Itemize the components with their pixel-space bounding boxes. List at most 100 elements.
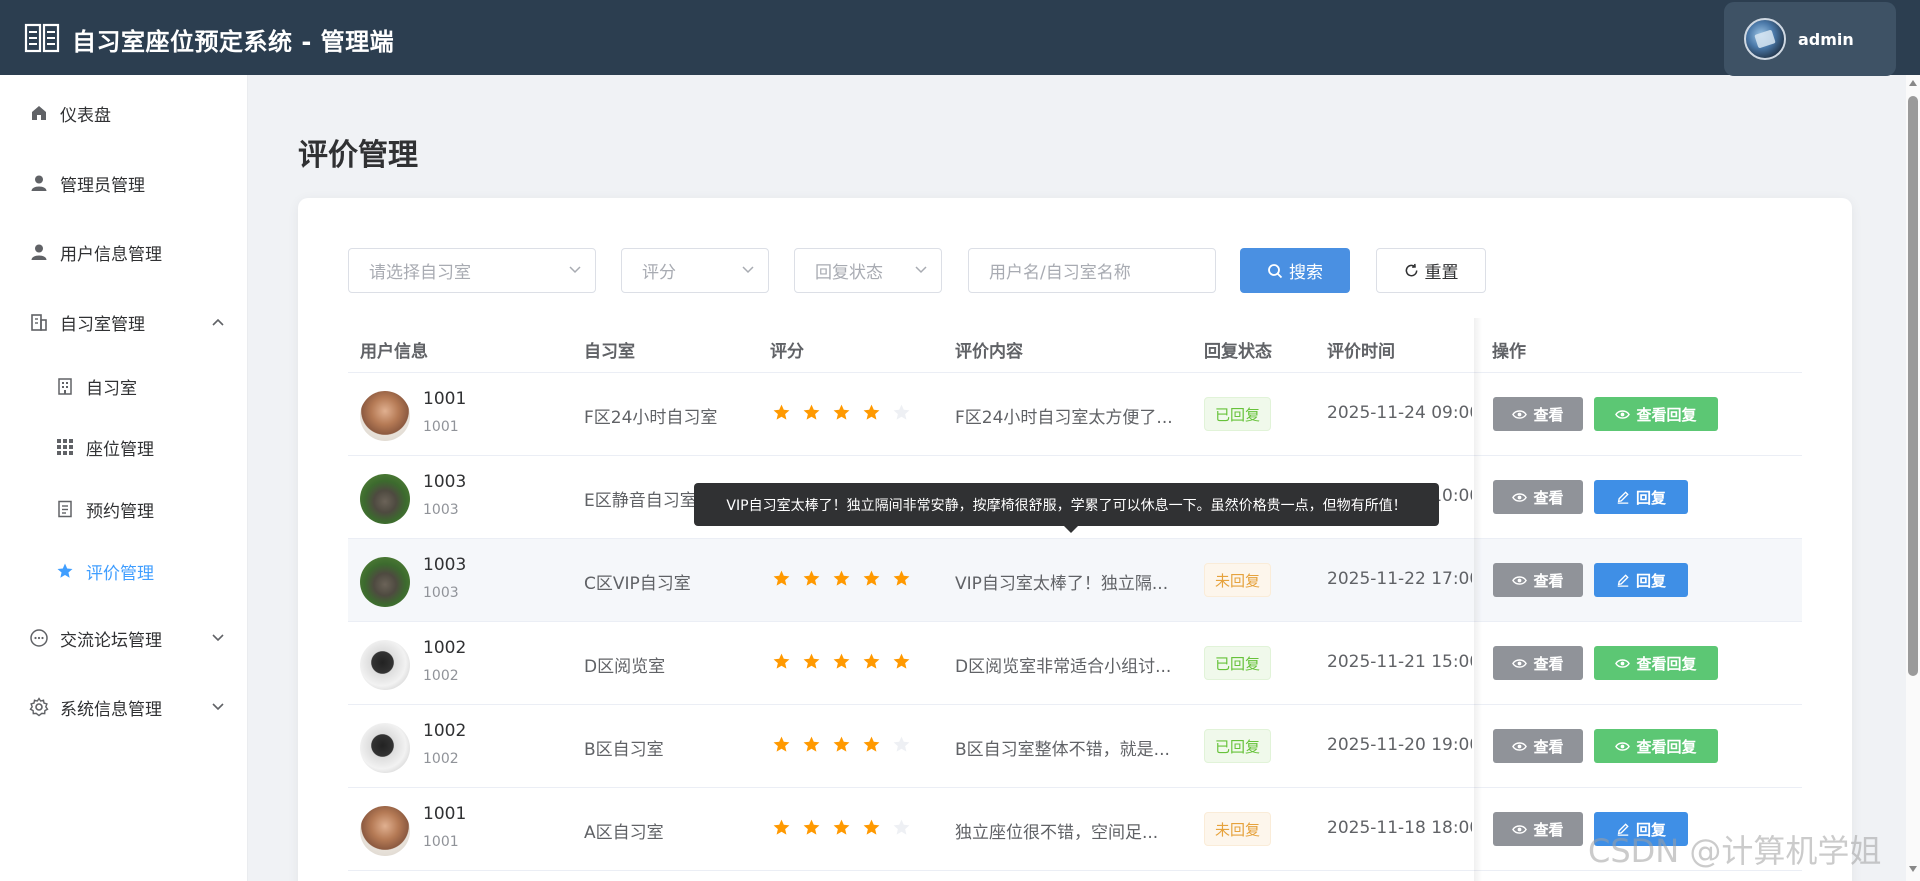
search-button-label: 搜索 [1289, 263, 1323, 283]
star-icon [833, 653, 850, 669]
sidebar-item-forum[interactable]: 交流论坛管理 [0, 608, 248, 668]
star-icon [773, 404, 790, 420]
sidebar-item-admins[interactable]: 管理员管理 [0, 153, 248, 213]
sidebar-item-rooms[interactable]: 自习室 [0, 356, 248, 416]
star-icon [803, 653, 820, 669]
reset-button[interactable]: 重置 [1376, 248, 1486, 293]
star-icon [803, 819, 820, 835]
view-button[interactable]: 查看 [1493, 480, 1583, 514]
col-rating: 评分 [770, 342, 804, 362]
view-button[interactable]: 查看 [1493, 646, 1583, 680]
reply-button[interactable]: 回复 [1594, 563, 1688, 597]
star-icon [833, 819, 850, 835]
grid-icon [54, 436, 76, 458]
user-name: 1001 [423, 389, 467, 409]
room-name: A区自习室 [584, 823, 664, 843]
view-button[interactable]: 查看 [1493, 563, 1583, 597]
avatar [360, 806, 410, 856]
view-reply-button[interactable]: 查看回复 [1594, 729, 1718, 763]
sidebar-item-label: 预约管理 [86, 501, 154, 522]
refresh-icon [1405, 263, 1417, 277]
view-button-label: 查看 [1533, 737, 1564, 756]
sidebar-item-label: 评价管理 [86, 563, 154, 584]
chevron-down-icon [212, 630, 224, 646]
status-badge: 已回复 [1204, 397, 1272, 431]
fixed-column-shadow [1474, 318, 1482, 881]
star-icon [803, 404, 820, 420]
user-id: 1002 [423, 751, 459, 767]
avatar [360, 391, 410, 441]
reply-status-select[interactable]: 回复状态 [794, 248, 942, 293]
view-reply-button[interactable]: 查看回复 [1594, 646, 1718, 680]
keyword-input[interactable]: 用户名/自习室名称 [968, 248, 1216, 293]
avatar [360, 474, 410, 524]
avatar [360, 557, 410, 607]
scrollbar-thumb[interactable] [1908, 96, 1918, 676]
review-time: 2025-11-21 15:00:00 [1327, 652, 1472, 672]
eye-icon [1512, 575, 1528, 585]
chevron-down-icon [742, 266, 754, 274]
col-actions: 操作 [1492, 342, 1526, 362]
view-reply-label: 查看回复 [1636, 654, 1697, 673]
rating-stars [772, 652, 911, 671]
status-badge: 已回复 [1204, 729, 1272, 763]
user-name: admin [1798, 29, 1854, 49]
scroll-down-icon[interactable] [1909, 866, 1917, 872]
star-icon [54, 560, 76, 582]
user-id: 1001 [423, 419, 459, 435]
sidebar-item-reservations[interactable]: 预约管理 [0, 479, 248, 539]
sidebar-item-seats[interactable]: 座位管理 [0, 417, 248, 477]
review-content[interactable]: 独立座位很不错，空间足... [955, 818, 1158, 843]
search-button[interactable]: 搜索 [1240, 248, 1350, 293]
room-name: D区阅览室 [584, 657, 666, 677]
view-button[interactable]: 查看 [1493, 729, 1583, 763]
status-badge: 未回复 [1204, 563, 1272, 597]
view-button-label: 查看 [1533, 571, 1564, 590]
star-icon [893, 653, 910, 669]
sidebar-item-label: 自习室 [86, 378, 137, 399]
user-name: 1003 [423, 472, 467, 492]
rating-select-placeholder: 评分 [642, 263, 676, 283]
review-content[interactable]: VIP自习室太棒了！独立隔... [955, 569, 1168, 594]
room-select[interactable]: 请选择自习室 [348, 248, 596, 293]
room-name: E区静音自习室 [584, 491, 697, 511]
rating-select[interactable]: 评分 [621, 248, 769, 293]
reset-button-label: 重置 [1424, 263, 1459, 283]
eye-icon [1615, 741, 1631, 751]
star-icon [863, 736, 880, 752]
star-icon [833, 570, 850, 586]
keyword-input-placeholder: 用户名/自习室名称 [989, 263, 1131, 283]
view-button[interactable]: 查看 [1493, 397, 1583, 431]
sidebar-item-label: 座位管理 [86, 439, 154, 460]
user-menu[interactable]: admin [1724, 2, 1896, 76]
sidebar-item-dashboard[interactable]: 仪表盘 [0, 83, 248, 143]
table-row: 1002 1002 D区阅览室 D区阅览室非常适合小组讨... 已回复 2025-11-2… [348, 622, 1802, 705]
user-icon [28, 172, 50, 194]
edit-icon [1617, 574, 1629, 587]
room-name: F区24小时自习室 [584, 408, 718, 428]
table-row: 1002 1002 B区自习室 B区自习室整体不错，就是... 已回复 2025-11-2… [348, 705, 1802, 788]
sidebar-item-users[interactable]: 用户信息管理 [0, 222, 248, 282]
view-button[interactable]: 查看 [1493, 812, 1583, 846]
review-content[interactable]: F区24小时自习室太方便了... [955, 403, 1173, 428]
sidebar-item-reviews[interactable]: 评价管理 [0, 541, 248, 601]
top-header: 自习室座位预定系统 - 管理端 admin [0, 0, 1920, 76]
sidebar: 仪表盘 管理员管理 用户信息管理 自习室管理 自习室 座位管理 预约管理 评价管… [0, 75, 248, 881]
scroll-up-icon[interactable] [1909, 80, 1917, 86]
view-button-label: 查看 [1533, 820, 1564, 839]
reply-button[interactable]: 回复 [1594, 480, 1688, 514]
user-name: 1002 [423, 638, 467, 658]
star-icon [803, 570, 820, 586]
search-icon [1268, 263, 1283, 278]
user-name: 1003 [423, 555, 467, 575]
chevron-down-icon [915, 266, 927, 274]
review-content[interactable]: D区阅览室非常适合小组讨... [955, 652, 1171, 677]
sidebar-item-system[interactable]: 系统信息管理 [0, 677, 248, 737]
eye-icon [1615, 409, 1631, 419]
star-icon [863, 404, 880, 420]
sidebar-item-room-management[interactable]: 自习室管理 [0, 292, 248, 352]
review-content[interactable]: B区自习室整体不错，就是... [955, 735, 1170, 760]
view-reply-button[interactable]: 查看回复 [1594, 397, 1718, 431]
app-title: 自习室座位预定系统 - 管理端 [72, 28, 395, 56]
col-user-info: 用户信息 [360, 342, 428, 362]
